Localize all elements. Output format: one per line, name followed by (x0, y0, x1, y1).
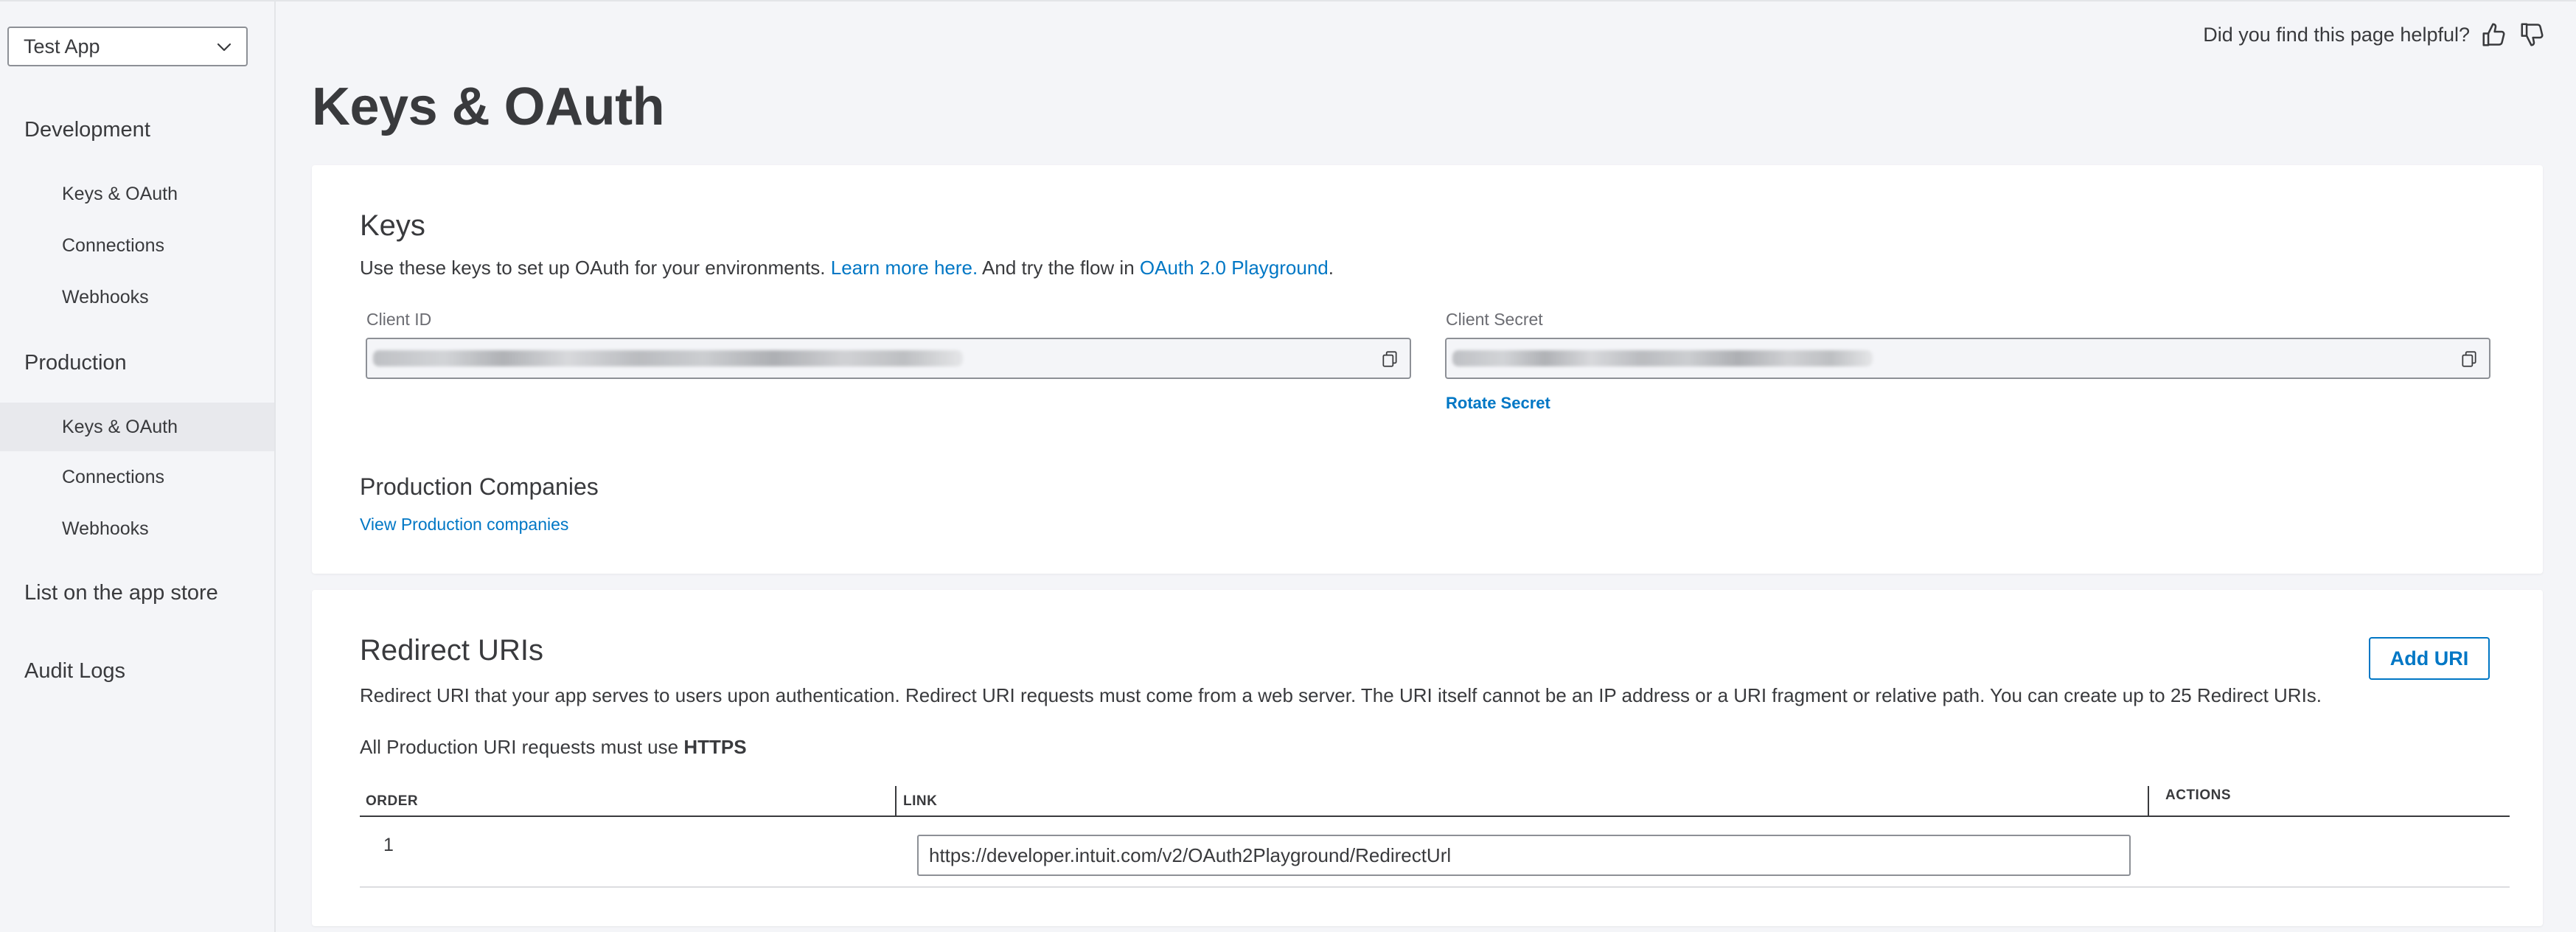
keys-title: Keys (360, 209, 425, 242)
client-secret-label: Client Secret (1446, 310, 1543, 329)
nav-item-label: Webhooks (62, 286, 149, 307)
nav-item-dev-connections[interactable]: Connections (0, 221, 274, 270)
column-separator (895, 786, 897, 816)
nav-item-label: Connections (62, 234, 164, 256)
table-header-underline (360, 816, 2510, 817)
column-separator (2148, 786, 2149, 816)
feedback-question: Did you find this page helpful? (2203, 23, 2470, 46)
column-header-order: ORDER (366, 793, 419, 809)
column-header-link: LINK (903, 793, 938, 809)
page-title: Keys & OAuth (312, 77, 665, 136)
column-header-actions: ACTIONS (2165, 787, 2231, 803)
client-id-label: Client ID (366, 310, 432, 329)
nav-item-dev-webhooks[interactable]: Webhooks (0, 273, 274, 321)
keys-description: Use these keys to set up OAuth for your … (360, 257, 1334, 279)
nav-item-label: Webhooks (62, 518, 149, 539)
redirect-uris-title: Redirect URIs (360, 634, 543, 667)
https-requirement: All Production URI requests must use HTT… (360, 736, 747, 759)
learn-more-link[interactable]: Learn more here. (831, 257, 978, 279)
top-border (0, 0, 2576, 1)
nav-item-label: Keys & OAuth (62, 416, 178, 437)
oauth-playground-link[interactable]: OAuth 2.0 Playground (1140, 257, 1329, 279)
redirect-uris-description: Redirect URI that your app serves to use… (360, 684, 2322, 706)
row-order: 1 (383, 835, 394, 855)
sidebar: Test App Development Keys & OAuth Connec… (0, 1, 276, 932)
nav-item-prod-connections[interactable]: Connections (0, 453, 274, 501)
thumbs-down-icon[interactable] (2518, 21, 2547, 49)
nav-item-prod-webhooks[interactable]: Webhooks (0, 504, 274, 553)
copy-icon[interactable] (1380, 350, 1399, 369)
nav-item-list-on-app-store[interactable]: List on the app store (24, 581, 218, 605)
https-keyword: HTTPS (683, 736, 747, 758)
client-id-redacted-value (373, 350, 963, 366)
nav-item-dev-keys-oauth[interactable]: Keys & OAuth (0, 170, 274, 218)
redirect-uris-card: Redirect URIs Add URI Redirect URI that … (312, 590, 2543, 926)
client-id-field[interactable] (366, 338, 1411, 379)
app-selector[interactable]: Test App (7, 27, 248, 66)
nav-item-prod-keys-oauth[interactable]: Keys & OAuth (0, 403, 274, 451)
view-production-companies-link[interactable]: View Production companies (360, 515, 568, 535)
keys-desc-suffix: . (1328, 257, 1334, 279)
thumbs-up-icon[interactable] (2480, 21, 2508, 49)
nav-item-audit-logs[interactable]: Audit Logs (24, 659, 125, 684)
client-secret-redacted-value (1452, 350, 1873, 366)
copy-icon[interactable] (2460, 350, 2479, 369)
add-uri-button[interactable]: Add URI (2369, 637, 2490, 680)
feedback-bar: Did you find this page helpful? (2203, 21, 2547, 49)
keys-card: Keys Use these keys to set up OAuth for … (312, 165, 2543, 574)
client-secret-field[interactable] (1445, 338, 2490, 379)
production-companies-title: Production Companies (360, 473, 599, 500)
nav-item-label: Connections (62, 466, 164, 487)
nav-section-development[interactable]: Development (24, 118, 150, 142)
table-row-divider (360, 886, 2510, 888)
chevron-down-icon (217, 43, 232, 52)
nav-section-production[interactable]: Production (24, 351, 127, 375)
nav-item-label: Keys & OAuth (62, 183, 178, 204)
keys-desc-middle: And try the flow in (982, 257, 1135, 279)
keys-desc-prefix: Use these keys to set up OAuth for your … (360, 257, 826, 279)
redirect-uri-input[interactable]: https://developer.intuit.com/v2/OAuth2Pl… (917, 835, 2131, 876)
https-requirement-prefix: All Production URI requests must use (360, 736, 679, 758)
rotate-secret-link[interactable]: Rotate Secret (1446, 394, 1550, 413)
app-selector-value: Test App (24, 35, 100, 58)
